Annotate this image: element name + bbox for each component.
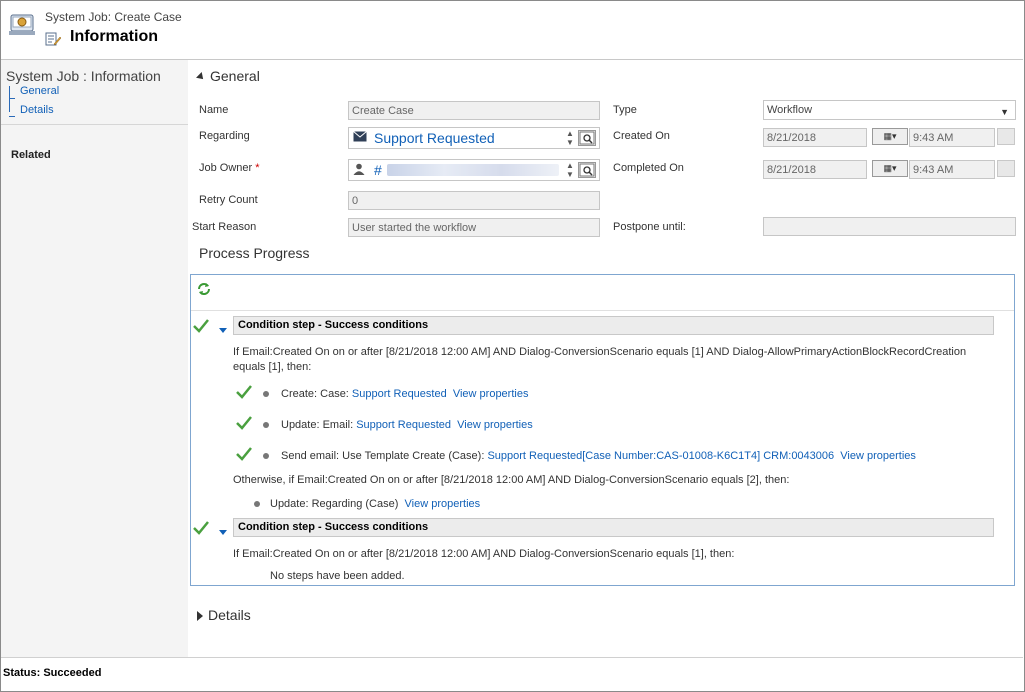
calendar-icon[interactable]: ▦▾: [872, 160, 908, 177]
completed-on-time-field[interactable]: 9:43 AM: [909, 160, 995, 179]
status-bar: Status: Succeeded: [1, 657, 1023, 691]
lookup-icon[interactable]: [578, 130, 596, 146]
retry-count-label: Retry Count: [199, 194, 258, 206]
action-text: Update: Email:: [281, 419, 357, 431]
expand-triangle-icon: [197, 611, 203, 622]
condition-text: If Email:Created On on or after [8/21/20…: [233, 548, 735, 560]
section-general-title: General: [210, 68, 260, 84]
expand-step-icon[interactable]: [219, 328, 227, 333]
name-label: Name: [199, 104, 229, 116]
required-marker: *: [255, 162, 260, 174]
job-owner-link[interactable]: #: [374, 162, 382, 178]
check-icon: [236, 447, 252, 461]
bullet-icon: [263, 422, 269, 428]
check-icon: [193, 319, 209, 333]
otherwise-text: Otherwise, if Email:Created On on or aft…: [233, 474, 790, 486]
retry-count-field[interactable]: 0: [348, 191, 600, 210]
nav-related-heading: Related: [11, 149, 51, 161]
status-text: Status: Succeeded: [3, 667, 102, 679]
record-type-subtitle: System Job: Create Case: [45, 10, 182, 24]
created-on-label: Created On: [613, 130, 670, 142]
action-text: Update: Regarding (Case): [270, 498, 402, 510]
action-text: Create: Case:: [281, 388, 352, 400]
system-job-icon: [9, 14, 35, 35]
type-select[interactable]: Workflow ▼: [763, 100, 1016, 120]
start-reason-field[interactable]: User started the workflow: [348, 218, 600, 237]
view-properties-link[interactable]: View properties: [457, 419, 533, 431]
bullet-icon: [263, 391, 269, 397]
form-edit-icon: [45, 32, 61, 46]
user-icon: [353, 163, 365, 175]
time-dropdown-icon[interactable]: [997, 128, 1015, 145]
chevron-down-icon: ▼: [1000, 107, 1009, 117]
empty-steps-text: No steps have been added.: [270, 570, 405, 582]
start-reason-label: Start Reason: [192, 221, 257, 233]
action-record-link[interactable]: Support Requested: [356, 419, 451, 431]
scroll-stepper-icon[interactable]: ▲ ▼: [565, 129, 575, 147]
process-progress-heading: Process Progress: [199, 245, 310, 261]
type-select-value: Workflow: [767, 104, 813, 116]
refresh-icon[interactable]: [197, 282, 211, 296]
job-owner-label-text: Job Owner: [199, 162, 253, 174]
view-properties-link[interactable]: View properties: [840, 450, 916, 462]
view-properties-link[interactable]: View properties: [453, 388, 529, 400]
check-icon: [236, 385, 252, 399]
action-record-link[interactable]: Support Requested[Case Number:CAS-01008-…: [487, 450, 834, 462]
created-on-time-field[interactable]: 9:43 AM: [909, 128, 995, 147]
action-record-link[interactable]: Support Requested: [352, 388, 447, 400]
condition-step-header: Condition step - Success conditions: [233, 316, 994, 335]
nav-title: System Job : Information: [6, 68, 161, 84]
action-row: Send email: Use Template Create (Case): …: [281, 449, 916, 464]
postpone-label: Postpone until:: [613, 221, 686, 233]
postpone-field[interactable]: [763, 217, 1016, 236]
scroll-stepper-icon[interactable]: ▲ ▼: [565, 161, 575, 179]
completed-on-label: Completed On: [613, 162, 684, 174]
action-text: Send email: Use Template Create (Case):: [281, 450, 488, 462]
bullet-icon: [263, 453, 269, 459]
form-header: System Job: Create Case Information: [1, 1, 1023, 60]
nav-item-details[interactable]: Details: [20, 104, 54, 116]
panel-divider: [191, 310, 1014, 311]
page-title: Information: [70, 28, 158, 45]
section-details-title: Details: [208, 607, 251, 623]
collapse-triangle-icon: [196, 72, 206, 83]
regarding-label: Regarding: [199, 130, 250, 142]
bullet-icon: [254, 501, 260, 507]
nav-divider: [1, 124, 188, 125]
calendar-icon[interactable]: ▦▾: [872, 128, 908, 145]
section-general-toggle[interactable]: General: [196, 68, 260, 84]
mail-icon: [353, 131, 367, 142]
nav-tree-tick: [9, 98, 15, 99]
type-label: Type: [613, 104, 637, 116]
time-dropdown-icon[interactable]: [997, 160, 1015, 177]
condition-text: If Email:Created On on or after [8/21/20…: [233, 346, 967, 373]
completed-on-date-field[interactable]: 8/21/2018: [763, 160, 867, 179]
action-row: Update: Regarding (Case) View properties: [270, 497, 480, 512]
regarding-link[interactable]: Support Requested: [374, 130, 495, 146]
view-properties-link[interactable]: View properties: [405, 498, 481, 510]
form-navigation: System Job : Information General Details…: [1, 60, 188, 657]
condition-step-header: Condition step - Success conditions: [233, 518, 994, 537]
job-owner-label: Job Owner *: [199, 162, 259, 174]
expand-step-icon[interactable]: [219, 530, 227, 535]
action-row: Create: Case: Support Requested View pro…: [281, 387, 528, 402]
nav-tree-tick: [9, 116, 15, 117]
section-details-toggle[interactable]: Details: [197, 607, 251, 623]
created-on-date-field[interactable]: 8/21/2018: [763, 128, 867, 147]
name-field[interactable]: Create Case: [348, 101, 600, 120]
redacted-owner-name: [387, 164, 559, 176]
action-row: Update: Email: Support Requested View pr…: [281, 418, 533, 433]
lookup-icon[interactable]: [578, 162, 596, 178]
nav-item-general[interactable]: General: [20, 85, 59, 97]
check-icon: [193, 521, 209, 535]
nav-tree-line: [9, 86, 12, 112]
check-icon: [236, 416, 252, 430]
